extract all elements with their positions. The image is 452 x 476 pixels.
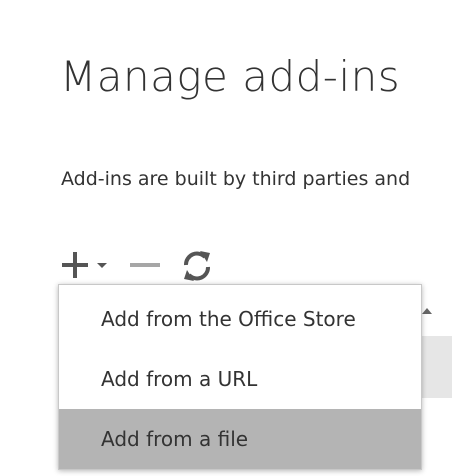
menu-item-add-from-office-store[interactable]: Add from the Office Store: [59, 289, 421, 349]
minus-icon: [130, 263, 160, 267]
remove-add-in-button[interactable]: [128, 244, 164, 284]
add-ins-toolbar: [58, 244, 258, 284]
sort-ascending-icon[interactable]: [422, 308, 432, 314]
add-add-in-button[interactable]: [58, 244, 112, 284]
add-ins-table-header: [420, 298, 452, 334]
page-title: Manage add-ins: [60, 52, 401, 101]
caret-down-icon: [97, 263, 107, 268]
menu-item-add-from-url[interactable]: Add from a URL: [59, 349, 421, 409]
refresh-button[interactable]: [180, 244, 214, 284]
add-add-in-menu: Add from the Office Store Add from a URL…: [58, 284, 422, 470]
menu-item-add-from-file[interactable]: Add from a file: [59, 409, 421, 469]
refresh-icon: [184, 251, 210, 281]
plus-icon: [62, 252, 107, 278]
page-description: Add-ins are built by third parties and: [61, 168, 411, 190]
add-ins-table-row[interactable]: [420, 336, 452, 398]
manage-add-ins-page: Manage add-ins Add-ins are built by thir…: [0, 0, 452, 476]
